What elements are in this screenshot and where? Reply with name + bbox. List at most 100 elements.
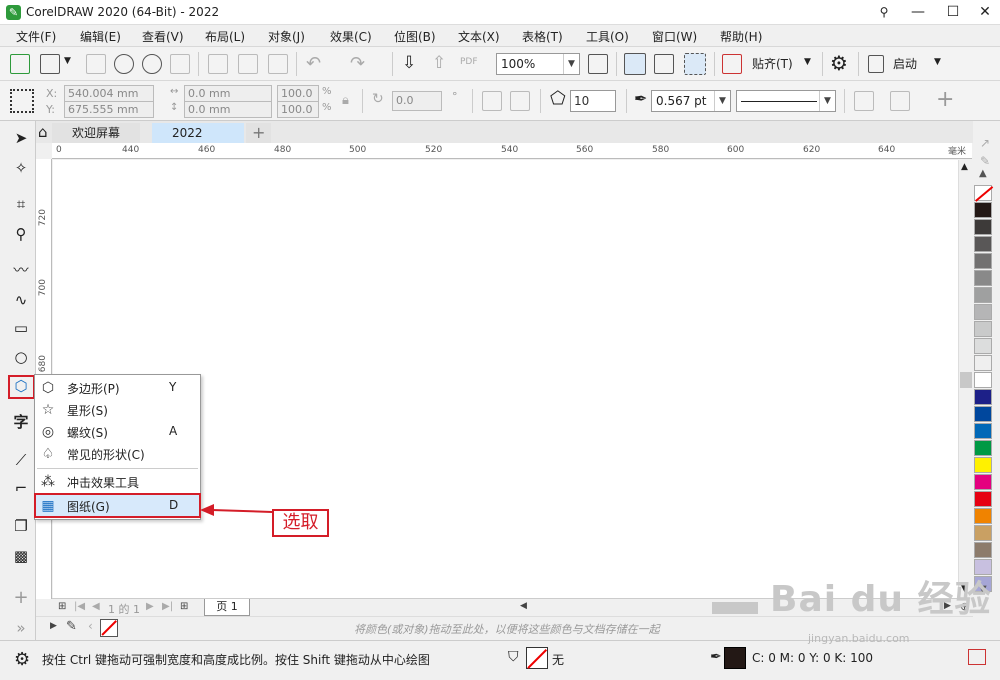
last-page-icon[interactable]: ▶| (162, 601, 173, 612)
menu-help[interactable]: 帮助(H) (720, 28, 762, 45)
menu-tools[interactable]: 工具(O) (586, 28, 629, 45)
scroll-left-icon[interactable]: ◀ (520, 601, 527, 611)
cloud-upload-icon[interactable] (114, 54, 134, 74)
color-swatch[interactable] (974, 270, 992, 286)
color-swatch[interactable] (974, 423, 992, 439)
undo-icon[interactable]: ↶ (306, 53, 321, 74)
save-icon[interactable] (86, 54, 106, 74)
flyout-item-polygon[interactable]: ⬡ 多边形(P) Y (35, 377, 200, 399)
scale-x-field[interactable]: 100.0 (277, 85, 319, 102)
chevron-down-icon[interactable]: ▼ (563, 54, 579, 74)
zoom-tool-icon[interactable]: ⚲ (10, 223, 32, 245)
menu-edit[interactable]: 编辑(E) (80, 28, 121, 45)
zoom-level-combo[interactable]: 100% ▼ (496, 53, 580, 75)
artistic-media-tool-icon[interactable]: ∿ (10, 289, 32, 311)
launch-menu[interactable]: 启动 (893, 55, 917, 72)
maximize-button[interactable]: ☐ (940, 2, 966, 22)
fill-bucket-icon[interactable]: ⛉ (508, 649, 519, 665)
palette-scroll-up-icon[interactable]: ▲ (979, 168, 987, 179)
parallel-dimension-tool-icon[interactable]: ⟋ (10, 449, 32, 471)
home-icon[interactable]: ⌂ (38, 123, 48, 141)
add-tab-button[interactable]: + (246, 123, 272, 143)
lock-ratio-icon[interactable]: 🔒︎ (342, 93, 349, 108)
palette-left-icon[interactable]: ‹ (88, 619, 93, 633)
copy-icon[interactable] (238, 54, 258, 74)
add-tool-icon[interactable]: + (10, 587, 32, 609)
color-swatch[interactable] (974, 355, 992, 371)
add-icon[interactable]: + (936, 87, 954, 112)
menu-object[interactable]: 对象(J) (268, 28, 305, 45)
tab-welcome-screen[interactable]: 欢迎屏幕 (52, 123, 141, 143)
color-swatch[interactable] (974, 474, 992, 490)
y-position-field[interactable]: 675.555 mm (64, 101, 154, 118)
menu-view[interactable]: 查看(V) (142, 28, 184, 45)
color-swatch[interactable] (974, 542, 992, 558)
eyedropper-icon[interactable]: ✎ (980, 154, 990, 168)
flyout-item-impact-tool[interactable]: ⁂ 冲击效果工具 (35, 471, 200, 493)
add-page-before-icon[interactable]: ⊞ (58, 601, 66, 612)
menu-file[interactable]: 文件(F) (16, 28, 56, 45)
fill-color-swatch[interactable] (526, 647, 548, 669)
wrap-text-icon[interactable] (854, 91, 874, 111)
full-screen-icon[interactable] (588, 54, 608, 74)
no-color-swatch[interactable] (100, 619, 118, 637)
export-pdf-icon[interactable]: PDF (460, 57, 478, 67)
paste-icon[interactable] (268, 54, 288, 74)
text-tool-icon[interactable]: 字 (10, 411, 32, 433)
pick-tool-icon[interactable]: ➤ (10, 127, 32, 149)
vertical-scrollbar[interactable]: ▲ ▼ (958, 160, 972, 598)
color-swatch[interactable] (974, 372, 992, 388)
cloud-download-icon[interactable] (142, 54, 162, 74)
color-swatch[interactable] (974, 457, 992, 473)
new-document-icon[interactable] (10, 54, 30, 74)
scroll-up-icon[interactable]: ▲ (961, 162, 968, 172)
add-page-after-icon[interactable]: ⊞ (180, 601, 188, 612)
rectangle-tool-icon[interactable]: ▭ (10, 317, 32, 339)
ellipse-tool-icon[interactable]: ○ (10, 346, 32, 368)
menu-window[interactable]: 窗口(W) (652, 28, 697, 45)
color-swatch[interactable] (974, 508, 992, 524)
snap-dropdown-icon[interactable]: ▼ (804, 57, 811, 67)
layers-icon[interactable] (890, 91, 910, 111)
color-swatch[interactable] (974, 321, 992, 337)
tab-document-2022[interactable]: 2022 (152, 123, 244, 143)
width-field[interactable]: 0.0 mm (184, 85, 272, 102)
eyedropper-icon[interactable]: ✎ (66, 619, 77, 634)
no-color-swatch[interactable] (974, 185, 993, 202)
height-field[interactable]: 0.0 mm (184, 101, 272, 118)
scroll-thumb[interactable] (960, 372, 972, 388)
outline-pen-icon[interactable]: ✒ (710, 649, 722, 665)
outline-color-swatch[interactable] (724, 647, 746, 669)
transparency-tool-icon[interactable]: ▩ (10, 545, 32, 567)
mirror-vertical-icon[interactable] (510, 91, 530, 111)
palette-menu-icon[interactable]: ▶ (50, 621, 57, 631)
freehand-tool-icon[interactable]: 〰 (10, 259, 32, 281)
flyout-item-common-shapes[interactable]: ♤ 常见的形状(C) (35, 443, 200, 465)
page-tab[interactable]: 页 1 (204, 599, 250, 616)
close-button[interactable]: ✕ (972, 2, 998, 22)
horizontal-scroll-thumb[interactable] (712, 602, 758, 614)
outline-width-combo[interactable]: 0.567 pt ▼ (651, 90, 731, 112)
color-swatch[interactable] (974, 253, 992, 269)
docker-arrow-icon[interactable]: ↗ (980, 136, 990, 150)
user-account-icon[interactable]: ⚲ (871, 2, 897, 22)
snap-to-menu[interactable]: 贴齐(T) (752, 55, 793, 72)
chevron-down-icon[interactable]: ▼ (714, 91, 730, 111)
menu-effects[interactable]: 效果(C) (330, 28, 372, 45)
object-origin-icon[interactable] (10, 89, 34, 113)
polygon-sides-field[interactable]: 10 (570, 90, 616, 112)
first-page-icon[interactable]: |◀ (74, 601, 85, 612)
color-swatch[interactable] (974, 236, 992, 252)
flyout-item-spiral[interactable]: ◎ 螺纹(S) A (35, 421, 200, 443)
color-swatch[interactable] (974, 406, 992, 422)
menu-text[interactable]: 文本(X) (458, 28, 500, 45)
open-dropdown-icon[interactable]: ▼ (64, 56, 71, 66)
drop-shadow-tool-icon[interactable]: ❐ (10, 515, 32, 537)
horizontal-ruler[interactable]: 0 440 460 480 500 520 540 560 580 600 62… (52, 143, 972, 159)
color-proof-icon[interactable] (968, 649, 986, 665)
import-icon[interactable]: ⇩ (402, 53, 416, 73)
color-swatch[interactable] (974, 202, 992, 218)
rotation-field[interactable]: 0.0 (392, 91, 442, 111)
scale-y-field[interactable]: 100.0 (277, 101, 319, 118)
color-swatch[interactable] (974, 338, 992, 354)
